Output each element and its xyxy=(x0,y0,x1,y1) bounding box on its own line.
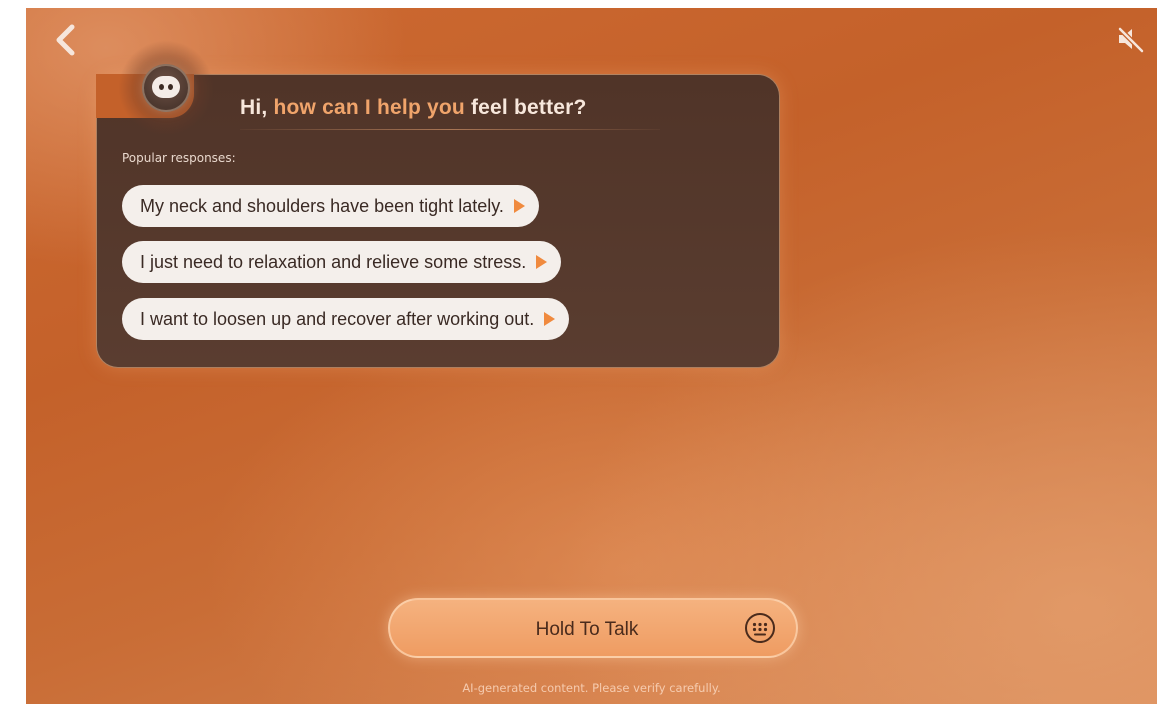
keyboard-icon xyxy=(745,613,775,643)
assistant-avatar xyxy=(142,64,190,112)
suggestion-text: My neck and shoulders have been tight la… xyxy=(140,195,504,216)
suggestion-chip[interactable]: My neck and shoulders have been tight la… xyxy=(122,185,539,227)
suggestion-text: I want to loosen up and recover after wo… xyxy=(140,308,535,329)
app-screen: Hi, how can I help you feel better? Popu… xyxy=(26,8,1157,704)
hold-to-talk-label: Hold To Talk xyxy=(535,619,639,640)
greeting-title: Hi, how can I help you feel better? xyxy=(240,96,587,120)
hold-to-talk-button[interactable]: Hold To Talk xyxy=(388,598,798,658)
keyboard-toggle-button[interactable] xyxy=(744,612,776,644)
greeting-part-1: Hi, xyxy=(240,96,274,119)
robot-eye-right xyxy=(168,84,173,90)
popular-responses-label: Popular responses: xyxy=(122,151,236,165)
play-triangle-icon xyxy=(544,312,556,326)
greeting-part-2: feel better? xyxy=(464,96,587,119)
suggestion-chip[interactable]: I want to loosen up and recover after wo… xyxy=(122,298,570,340)
play-triangle-icon xyxy=(536,255,548,269)
play-triangle-icon xyxy=(513,199,525,213)
ai-disclaimer: AI-generated content. Please verify care… xyxy=(462,681,721,695)
suggestion-text: I just need to relaxation and relieve so… xyxy=(140,251,527,272)
back-button[interactable] xyxy=(50,22,80,58)
robot-face-icon xyxy=(152,76,180,98)
greeting-accent: how can I help you xyxy=(273,96,465,119)
greeting-divider xyxy=(240,129,660,130)
mute-button[interactable] xyxy=(1115,24,1145,54)
robot-eye-left xyxy=(159,84,164,90)
chevron-left-icon xyxy=(56,24,75,56)
speaker-muted-icon xyxy=(1117,26,1144,53)
suggestion-chip[interactable]: I just need to relaxation and relieve so… xyxy=(122,241,562,283)
